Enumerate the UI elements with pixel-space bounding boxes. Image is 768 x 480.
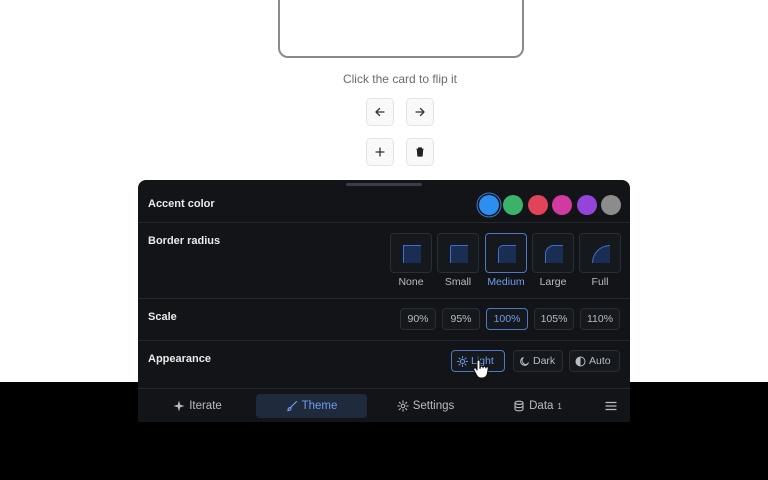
radius-label-medium: Medium — [487, 276, 525, 288]
accent-swatch-red[interactable] — [528, 195, 548, 215]
radius-option-none[interactable] — [390, 233, 432, 273]
radius-option-large[interactable] — [532, 233, 574, 273]
tab-iterate[interactable]: Iterate — [150, 394, 245, 418]
bottom-tab-bar: Iterate Theme Settings Data 1 — [138, 388, 630, 422]
scale-option-105[interactable]: 105% — [534, 308, 574, 330]
tab-data-badge: 1 — [557, 401, 562, 411]
tab-settings-label: Settings — [412, 400, 455, 412]
sparkle-icon — [173, 400, 185, 412]
theme-panel: Accent color Border radius None Small Me… — [138, 180, 630, 422]
radius-option-small[interactable] — [437, 233, 479, 273]
tab-data[interactable]: Data 1 — [490, 394, 585, 418]
add-card-button[interactable] — [366, 138, 394, 166]
plus-icon — [375, 147, 385, 157]
accent-color-label: Accent color — [148, 198, 215, 210]
delete-card-button[interactable] — [406, 138, 434, 166]
divider — [138, 222, 630, 223]
radius-label-large: Large — [539, 276, 567, 288]
arrow-right-icon — [415, 107, 425, 117]
radius-label-small: Small — [444, 276, 472, 288]
tab-settings[interactable]: Settings — [378, 394, 473, 418]
moon-icon — [520, 356, 529, 366]
drag-handle[interactable] — [346, 183, 422, 186]
accent-swatch-blue[interactable] — [479, 195, 499, 215]
accent-swatch-green[interactable] — [503, 195, 523, 215]
radius-label-none: None — [398, 276, 424, 288]
database-icon — [514, 400, 524, 412]
sun-icon — [457, 355, 468, 367]
next-button[interactable] — [406, 98, 434, 126]
appearance-dark-label: Dark — [533, 355, 556, 367]
scale-label: Scale — [148, 311, 177, 323]
appearance-option-dark[interactable]: Dark — [513, 350, 563, 372]
trash-icon — [416, 147, 424, 157]
tab-theme[interactable]: Theme — [256, 394, 367, 418]
appearance-label: Appearance — [148, 353, 211, 365]
prev-button[interactable] — [366, 98, 394, 126]
tab-iterate-label: Iterate — [189, 400, 222, 412]
arrow-left-icon — [375, 107, 385, 117]
appearance-option-auto[interactable]: Auto — [569, 350, 620, 372]
radius-option-full[interactable] — [579, 233, 621, 273]
scale-option-95[interactable]: 95% — [442, 308, 480, 330]
flip-card[interactable] — [278, 0, 524, 58]
radius-label-full: Full — [591, 276, 609, 288]
accent-swatch-gray[interactable] — [601, 195, 621, 215]
accent-swatch-purple[interactable] — [577, 195, 597, 215]
scale-option-90[interactable]: 90% — [400, 308, 436, 330]
border-radius-label: Border radius — [148, 235, 221, 247]
tab-data-label: Data — [529, 400, 554, 412]
hand-cursor-icon — [473, 359, 489, 379]
flip-hint: Click the card to flip it — [342, 72, 458, 86]
accent-swatch-pink[interactable] — [552, 195, 572, 215]
radius-option-medium[interactable] — [485, 233, 527, 273]
tab-theme-label: Theme — [301, 400, 338, 412]
brush-icon — [286, 400, 297, 412]
divider — [138, 298, 630, 299]
scale-option-100[interactable]: 100% — [486, 308, 528, 330]
gear-icon — [396, 400, 409, 412]
scale-option-110[interactable]: 110% — [580, 308, 620, 330]
divider — [138, 340, 630, 341]
menu-button[interactable] — [600, 394, 622, 418]
appearance-auto-label: Auto — [589, 355, 611, 367]
contrast-icon — [575, 356, 586, 366]
hamburger-menu-icon — [605, 401, 617, 411]
